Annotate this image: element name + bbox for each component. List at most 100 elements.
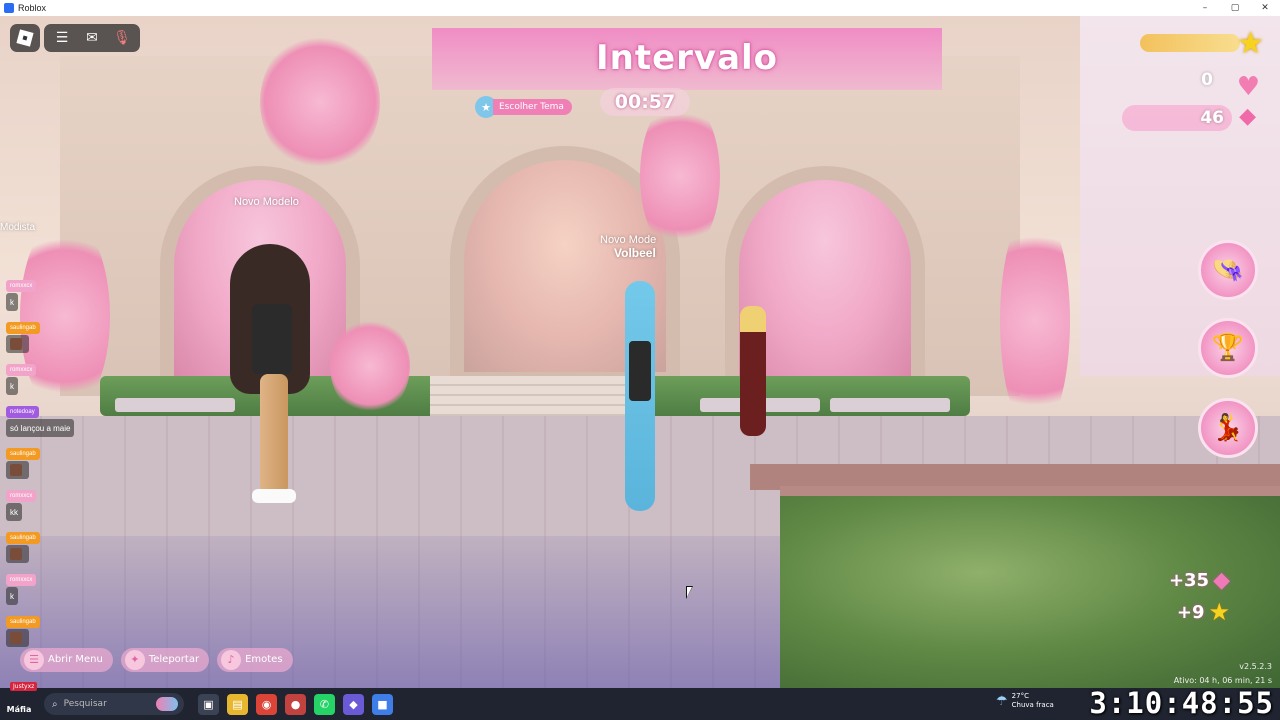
gems-count[interactable]: 46 (1122, 105, 1232, 131)
session-uptime: Ativo: 04 h, 06 min, 21 s (1173, 676, 1272, 685)
flower-cluster (330, 316, 410, 416)
chrome-icon[interactable]: ◉ (256, 693, 277, 715)
teleport-label: Teleportar (148, 654, 200, 665)
chat-message: saulingab (6, 524, 96, 563)
game-viewport[interactable]: Novo Modelo Novo Mode Volbeel Modista (0, 16, 1280, 688)
chat-text: só lançou a maie (10, 423, 71, 433)
chat-username: saulingab (6, 322, 40, 334)
search-placeholder: Pesquisar (63, 699, 107, 709)
chat-message: saulingab (6, 440, 96, 479)
search-highlight-icon (156, 697, 178, 711)
nametag-username: Volbeel (614, 246, 656, 260)
choose-theme-button[interactable]: ★ Escolher Tema (475, 96, 572, 118)
gem-icon: ◆ (1239, 104, 1256, 129)
round-timer: 00:57 (600, 88, 690, 116)
chat-message: saulingab (6, 314, 96, 353)
chat-avatar-icon (10, 338, 22, 350)
outfit-hat-button[interactable]: 👒 (1198, 240, 1258, 300)
chat-text: kk (10, 507, 18, 517)
star-icon: ★ (1237, 26, 1264, 61)
close-button[interactable]: ✕ (1250, 0, 1280, 16)
file-explorer-icon[interactable]: ▤ (227, 693, 248, 715)
flower-cluster (640, 96, 720, 256)
start-button[interactable]: Máfia (0, 688, 38, 720)
chat-text: k (10, 381, 14, 391)
round-phase-title: Intervalo (595, 38, 779, 78)
player-nametag: Novo Mode Volbeel (600, 234, 656, 260)
maximize-button[interactable]: ▢ (1220, 0, 1250, 16)
microphone-icon[interactable]: 🎙 (108, 24, 136, 52)
star-reward-value: +9 (1176, 601, 1205, 623)
roblox-window: Roblox – ▢ ✕ Novo Modelo Novo Mode Volbe… (0, 0, 1280, 720)
roblox-topbar: ☰ ✉ 🎙 (10, 24, 140, 52)
taskbar-apps: ▣ ▤ ◉ ● ✆ ◆ ■ (198, 693, 393, 715)
weather-desc: Chuva fraca (1011, 701, 1054, 709)
open-menu-button[interactable]: ☰ Abrir Menu (20, 648, 113, 672)
chat-username: saulingab (6, 616, 40, 628)
chat-message: romxxcx k (6, 566, 96, 605)
emotes-label: Emotes (245, 654, 283, 665)
avatar-body (740, 306, 766, 436)
bench (830, 398, 950, 412)
star-icon: ★ (1208, 598, 1230, 626)
roblox-menu-button[interactable] (10, 24, 40, 52)
app-purple-icon[interactable]: ◆ (343, 693, 364, 715)
emote-button[interactable]: 💃 (1198, 398, 1258, 458)
topbar-group: ☰ ✉ 🎙 (44, 24, 140, 52)
task-view-icon[interactable]: ▣ (198, 693, 219, 715)
chat-bubble: k (6, 587, 18, 605)
weather-temp: 27°C (1011, 692, 1029, 700)
windows-taskbar: Justyxz Máfia ⌕ Pesquisar ▣ ▤ ◉ ● ✆ ◆ ■ ☂ 27°C… (0, 682, 1280, 720)
star-reward: +9 ★ (1177, 598, 1230, 626)
chat-username: romxxcx (6, 364, 37, 376)
hamburger-icon[interactable]: ☰ (48, 24, 76, 52)
emotes-button[interactable]: ♪ Emotes (217, 648, 293, 672)
open-menu-label: Abrir Menu (48, 654, 103, 665)
chat-message: romxxcx k (6, 272, 96, 311)
weather-text: 27°C Chuva fraca (1012, 692, 1054, 710)
gem-icon: ◆ (1213, 568, 1230, 593)
teleport-icon: ✦ (124, 650, 145, 670)
hearts-count: 0 (1201, 70, 1213, 90)
taskbar-search[interactable]: ⌕ Pesquisar (44, 693, 184, 715)
heart-icon: ♥ (1236, 72, 1260, 102)
whatsapp-icon[interactable]: ✆ (314, 693, 335, 715)
trophy-button[interactable]: 🏆 (1198, 318, 1258, 378)
chat-message: notedoay só lançou a maie (6, 398, 96, 437)
avatar-legs (260, 374, 288, 494)
window-titlebar: Roblox – ▢ ✕ (0, 0, 1280, 16)
bottom-menu: ☰ Abrir Menu ✦ Teleportar ♪ Emotes (20, 648, 293, 672)
chat-bubble: k (6, 377, 18, 395)
chat-text: k (10, 591, 14, 601)
chat-avatar-icon (10, 464, 22, 476)
chat-message: romxxcx kk (6, 482, 96, 521)
chat-bubble (6, 335, 29, 353)
avatar-outfit (629, 341, 651, 401)
chat-username: saulingab (6, 532, 40, 544)
window-title: Roblox (18, 3, 47, 13)
chat-username: notedoay (6, 406, 39, 418)
dance-icon: 💃 (1211, 413, 1245, 443)
chat-icon[interactable]: ✉ (78, 24, 106, 52)
chat-avatar-icon (10, 632, 22, 644)
chat-feed: romxxcx k saulingab romxxcx k notedoay só lanç… (6, 272, 96, 650)
teleport-button[interactable]: ✦ Teleportar (120, 648, 210, 672)
nametag-title: Novo Mode (600, 234, 657, 246)
chat-username: romxxcx (6, 490, 37, 502)
app-red-icon[interactable]: ● (285, 693, 306, 715)
roblox-taskbar-icon[interactable]: ■ (372, 693, 393, 715)
mouse-cursor (686, 586, 693, 599)
window-controls: – ▢ ✕ (1190, 0, 1280, 16)
weather-widget[interactable]: ☂ 27°C Chuva fraca (996, 692, 1054, 710)
chat-username: saulingab (6, 448, 40, 460)
avatar-outfit (252, 304, 292, 374)
choose-theme-label: Escolher Tema (493, 99, 572, 115)
avatar-shoes (252, 489, 296, 503)
gem-reward: +35 ◆ (1169, 568, 1230, 593)
chat-message: romxxcx k (6, 356, 96, 395)
chat-username: romxxcx (6, 574, 37, 586)
search-icon: ⌕ (52, 698, 58, 710)
emotes-icon: ♪ (221, 650, 242, 670)
minimize-button[interactable]: – (1190, 0, 1220, 16)
game-version: v2.5.2.3 (1239, 662, 1272, 671)
